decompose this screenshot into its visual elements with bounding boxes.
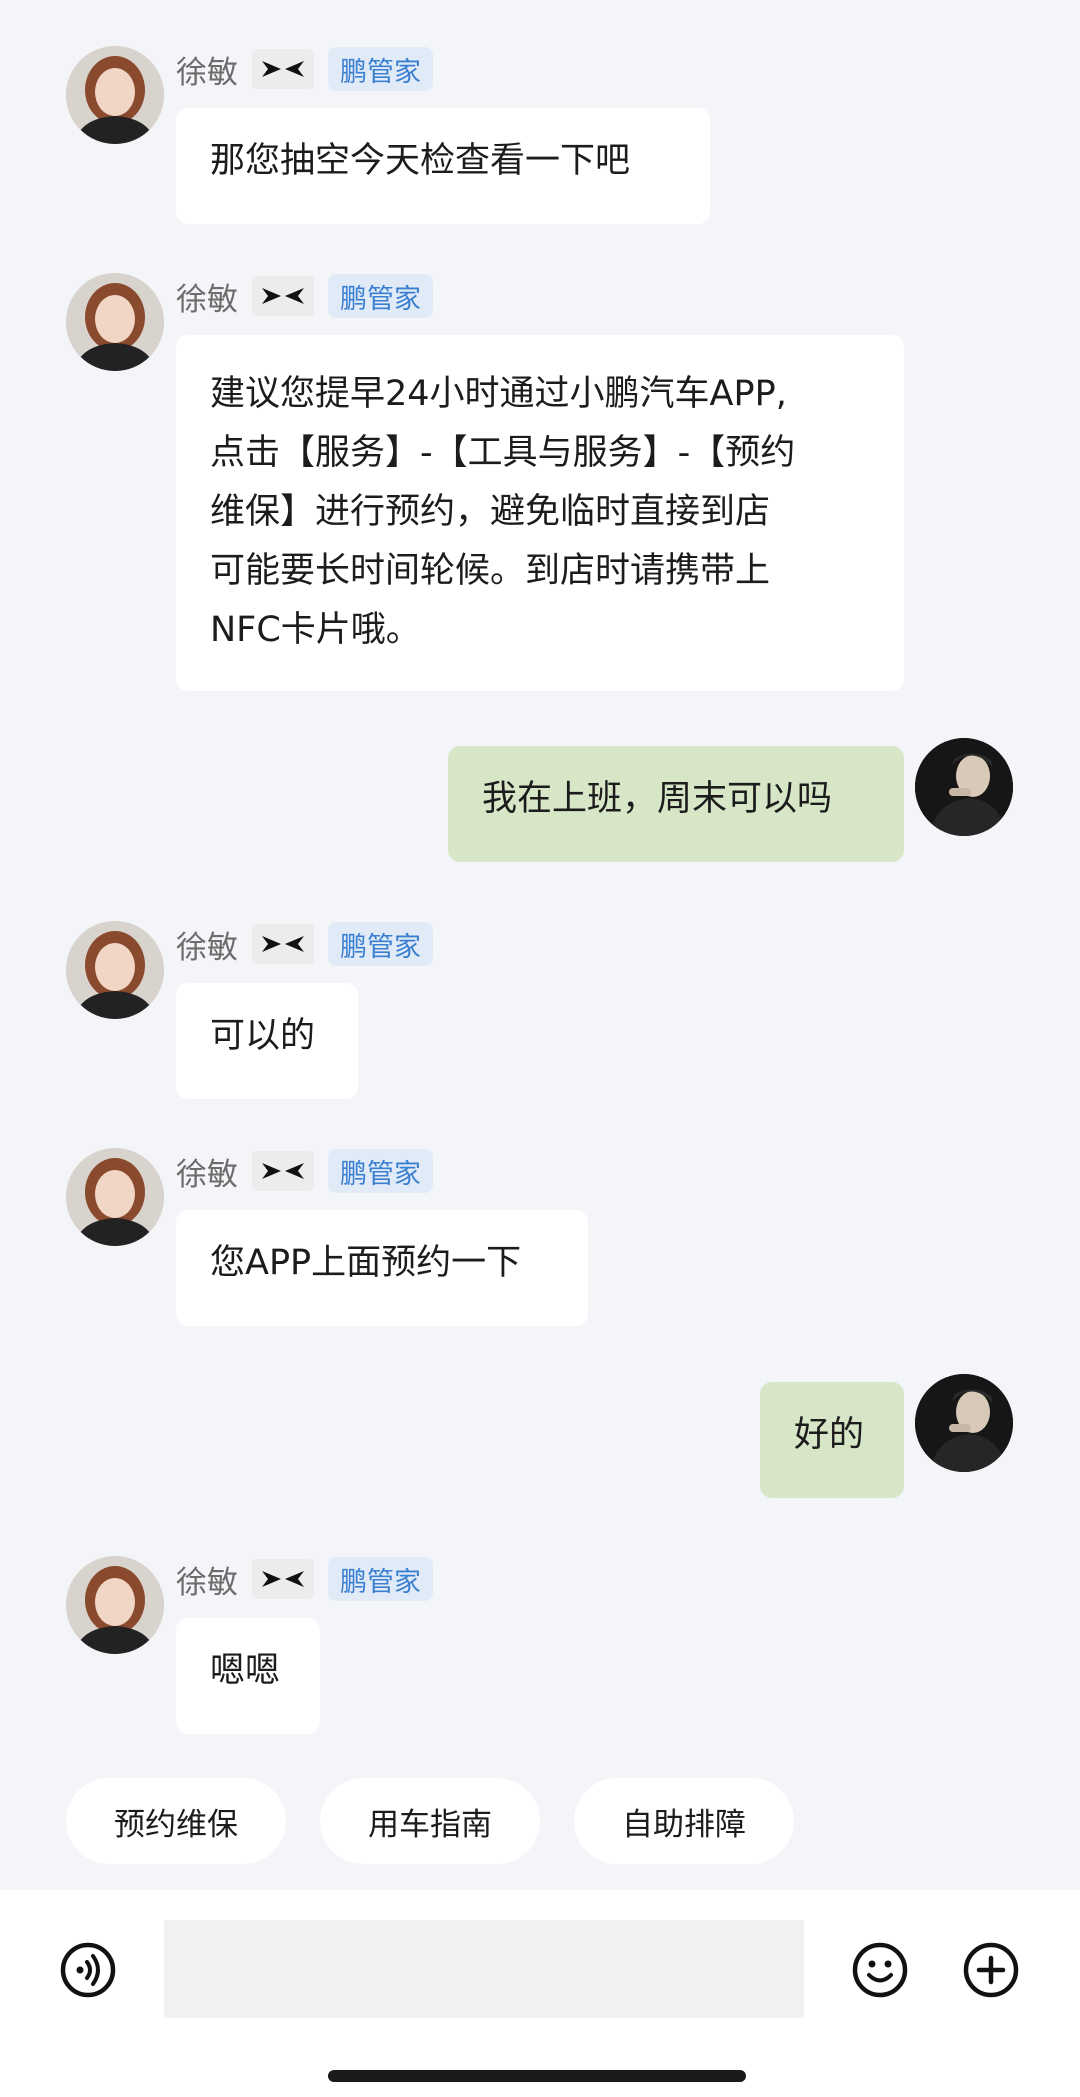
quick-reply-self-troubleshoot[interactable]: 自助排障 <box>574 1778 794 1864</box>
agent-role-tag: 鹏管家 <box>328 274 433 318</box>
message-bubble[interactable]: 那您抽空今天检查看一下吧 <box>176 108 710 224</box>
quick-reply-bar: 预约维保 用车指南 自助排障 <box>66 1778 794 1864</box>
chat-list[interactable]: 徐敏 鹏管家 那您抽空今天检查看一下吧 徐敏 鹏管家 建议您提早24小时通过小鹏… <box>0 0 1080 1890</box>
user-avatar[interactable] <box>915 738 1013 836</box>
outgoing-message: 我在上班，周末可以吗 <box>0 738 1080 868</box>
voice-icon[interactable] <box>58 1940 118 2000</box>
incoming-message: 徐敏 鹏管家 嗯嗯 <box>0 1556 1080 1734</box>
agent-avatar[interactable] <box>66 921 164 1019</box>
message-bubble[interactable]: 我在上班，周末可以吗 <box>448 746 904 862</box>
message-input[interactable] <box>164 1920 804 2018</box>
agent-avatar[interactable] <box>66 1556 164 1654</box>
outgoing-message: 好的 <box>0 1374 1080 1504</box>
xpeng-logo-icon <box>252 276 314 316</box>
agent-avatar[interactable] <box>66 273 164 371</box>
agent-role-tag: 鹏管家 <box>328 47 433 91</box>
message-bubble[interactable]: 您APP上面预约一下 <box>176 1210 588 1326</box>
message-bubble[interactable]: 建议您提早24小时通过小鹏汽车APP, 点击【服务】-【工具与服务】-【预约 维… <box>176 335 904 691</box>
agent-name: 徐敏 <box>176 281 238 318</box>
xpeng-logo-icon <box>252 49 314 89</box>
agent-name: 徐敏 <box>176 1564 238 1601</box>
home-indicator <box>328 2070 746 2082</box>
add-circle-icon[interactable] <box>961 1940 1021 2000</box>
agent-avatar[interactable] <box>66 46 164 144</box>
message-bubble[interactable]: 嗯嗯 <box>176 1618 320 1734</box>
incoming-message: 徐敏 鹏管家 您APP上面预约一下 <box>0 1148 1080 1326</box>
agent-name: 徐敏 <box>176 1156 238 1193</box>
user-avatar[interactable] <box>915 1374 1013 1472</box>
agent-name: 徐敏 <box>176 929 238 966</box>
agent-role-tag: 鹏管家 <box>328 1149 433 1193</box>
emoji-icon[interactable] <box>850 1940 910 2000</box>
incoming-message: 徐敏 鹏管家 那您抽空今天检查看一下吧 <box>0 46 1080 224</box>
message-bubble[interactable]: 好的 <box>760 1382 904 1498</box>
xpeng-logo-icon <box>252 1559 314 1599</box>
quick-reply-book-maintenance[interactable]: 预约维保 <box>66 1778 286 1864</box>
message-bubble[interactable]: 可以的 <box>176 983 358 1099</box>
incoming-message: 徐敏 鹏管家 可以的 <box>0 921 1080 1099</box>
input-bar <box>0 1890 1080 2097</box>
agent-name: 徐敏 <box>176 54 238 91</box>
agent-role-tag: 鹏管家 <box>328 922 433 966</box>
quick-reply-user-guide[interactable]: 用车指南 <box>320 1778 540 1864</box>
agent-avatar[interactable] <box>66 1148 164 1246</box>
xpeng-logo-icon <box>252 1151 314 1191</box>
incoming-message: 徐敏 鹏管家 建议您提早24小时通过小鹏汽车APP, 点击【服务】-【工具与服务… <box>0 273 1080 691</box>
xpeng-logo-icon <box>252 924 314 964</box>
agent-role-tag: 鹏管家 <box>328 1557 433 1601</box>
